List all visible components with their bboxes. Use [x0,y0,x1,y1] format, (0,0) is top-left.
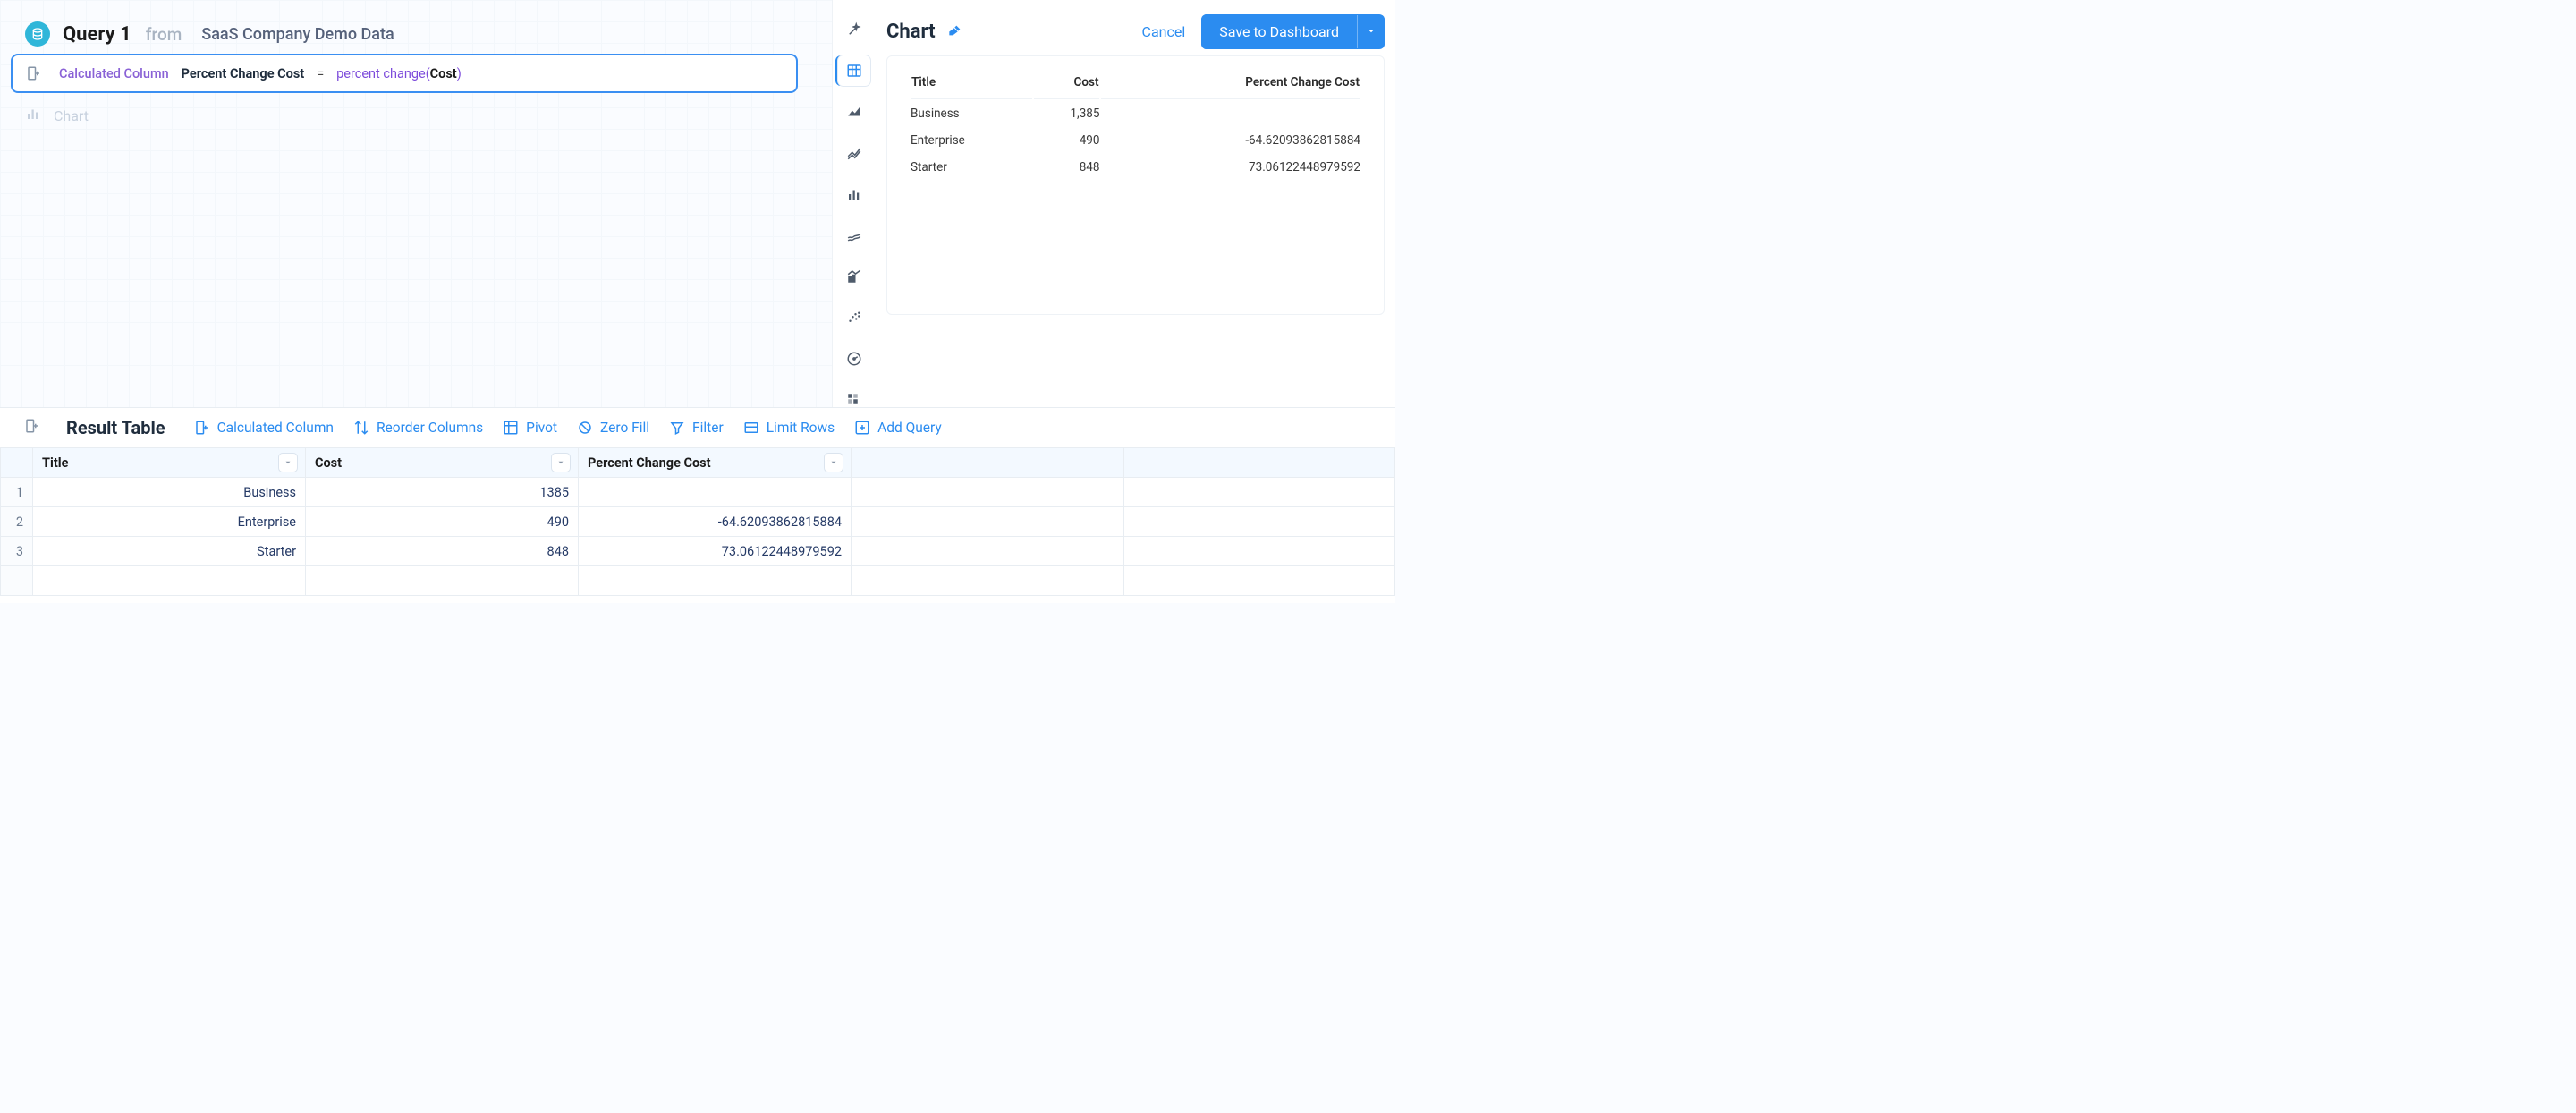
row-number: 2 [1,507,33,537]
query-header: Query 1 from SaaS Company Demo Data [25,21,394,47]
preview-table: Title Cost Percent Change Cost Business … [909,72,1362,182]
cell-cost[interactable]: 1385 [306,478,579,507]
chart-panel-header: Chart Cancel Save to Dashboard [886,14,1385,49]
formula-expression: percent change(Cost) [336,66,462,81]
bar-chart-icon[interactable] [838,179,870,209]
calculated-column-button[interactable]: Calculated Column [194,420,334,436]
chart-placeholder-label: Chart [54,107,89,124]
reorder-columns-button[interactable]: Reorder Columns [353,420,483,436]
result-toolbar: Result Table Calculated Column Reorder C… [0,408,1395,447]
data-source-name[interactable]: SaaS Company Demo Data [201,25,394,44]
preview-cell-pcc [1101,101,1360,126]
result-table: Title Cost Percent Change Cost 1 Busines… [0,447,1395,596]
save-to-dashboard-button-group: Save to Dashboard [1201,14,1385,49]
formula-equals: = [317,66,324,81]
query-name[interactable]: Query 1 [63,23,131,46]
table-row-empty [1,566,1395,596]
cell-cost[interactable]: 848 [306,537,579,566]
zero-fill-button[interactable]: Zero Fill [577,420,649,436]
save-dropdown-button[interactable] [1357,15,1385,48]
cell-pcc[interactable]: 73.06122448979592 [579,537,852,566]
query-editor-canvas: Query 1 from SaaS Company Demo Data Calc… [0,0,832,407]
preview-header-cost: Cost [1034,74,1100,99]
column-menu-button[interactable] [278,453,298,472]
result-pane: Result Table Calculated Column Reorder C… [0,407,1395,603]
chart-config-panel: Chart Cancel Save to Dashboard Title Cos… [832,0,1395,407]
result-title: Result Table [66,417,165,438]
table-row: 2 Enterprise 490 -64.62093862815884 [1,507,1395,537]
add-query-button[interactable]: Add Query [854,420,942,436]
column-header-pcc[interactable]: Percent Change Cost [579,448,852,478]
bar-chart-icon [25,106,41,125]
edit-chart-icon[interactable] [948,23,962,41]
column-header-title[interactable]: Title [33,448,306,478]
pivot-button[interactable]: Pivot [503,420,557,436]
area-chart-icon[interactable] [838,97,870,127]
preview-cell-title: Enterprise [911,128,1032,153]
cell-title[interactable]: Starter [33,537,306,566]
save-to-dashboard-button[interactable]: Save to Dashboard [1201,14,1357,49]
chart-preview: Title Cost Percent Change Cost Business … [886,55,1385,315]
cancel-button[interactable]: Cancel [1142,23,1186,40]
gauge-chart-icon[interactable] [838,344,870,374]
chart-panel-title: Chart [886,21,936,43]
magic-wand-icon[interactable] [838,14,870,45]
formula-prefix-label: Calculated Column [59,66,169,81]
column-menu-button[interactable] [824,453,843,472]
column-header-empty [852,448,1124,478]
formula-column-name: Percent Change Cost [182,66,305,81]
preview-cell-title: Starter [911,155,1032,180]
chart-type-rail [833,0,876,415]
formula-row-icon [21,61,47,86]
column-header-cost[interactable]: Cost [306,448,579,478]
cell-title[interactable]: Enterprise [33,507,306,537]
row-number: 1 [1,478,33,507]
preview-cell-cost: 848 [1034,155,1100,180]
preview-cell-cost: 1,385 [1034,101,1100,126]
preview-cell-cost: 490 [1034,128,1100,153]
from-label: from [146,24,182,45]
line-chart-icon[interactable] [838,138,870,168]
preview-header-pcc: Percent Change Cost [1101,74,1360,99]
table-row: 1 Business 1385 [1,478,1395,507]
preview-cell-pcc: 73.06122448979592 [1101,155,1360,180]
cell-pcc[interactable]: -64.62093862815884 [579,507,852,537]
stacked-area-chart-icon[interactable] [838,220,870,251]
preview-header-title: Title [911,74,1032,99]
preview-cell-pcc: -64.62093862815884 [1101,128,1360,153]
column-menu-button[interactable] [551,453,571,472]
filter-button[interactable]: Filter [669,420,724,436]
limit-rows-button[interactable]: Limit Rows [743,420,835,436]
cell-cost[interactable]: 490 [306,507,579,537]
add-chart-placeholder[interactable]: Chart [25,106,89,125]
combo-chart-icon[interactable] [838,261,870,292]
cell-pcc[interactable] [579,478,852,507]
table-chart-icon[interactable] [838,55,870,86]
scatter-chart-icon[interactable] [838,302,870,333]
cell-title[interactable]: Business [33,478,306,507]
preview-cell-title: Business [911,101,1032,126]
column-header-empty [1124,448,1395,478]
query-type-icon [25,21,50,47]
row-number: 3 [1,537,33,566]
row-number-header [1,448,33,478]
table-row: 3 Starter 848 73.06122448979592 [1,537,1395,566]
calculated-column-formula-row[interactable]: Calculated Column Percent Change Cost = … [11,54,798,93]
result-table-icon [21,418,43,438]
